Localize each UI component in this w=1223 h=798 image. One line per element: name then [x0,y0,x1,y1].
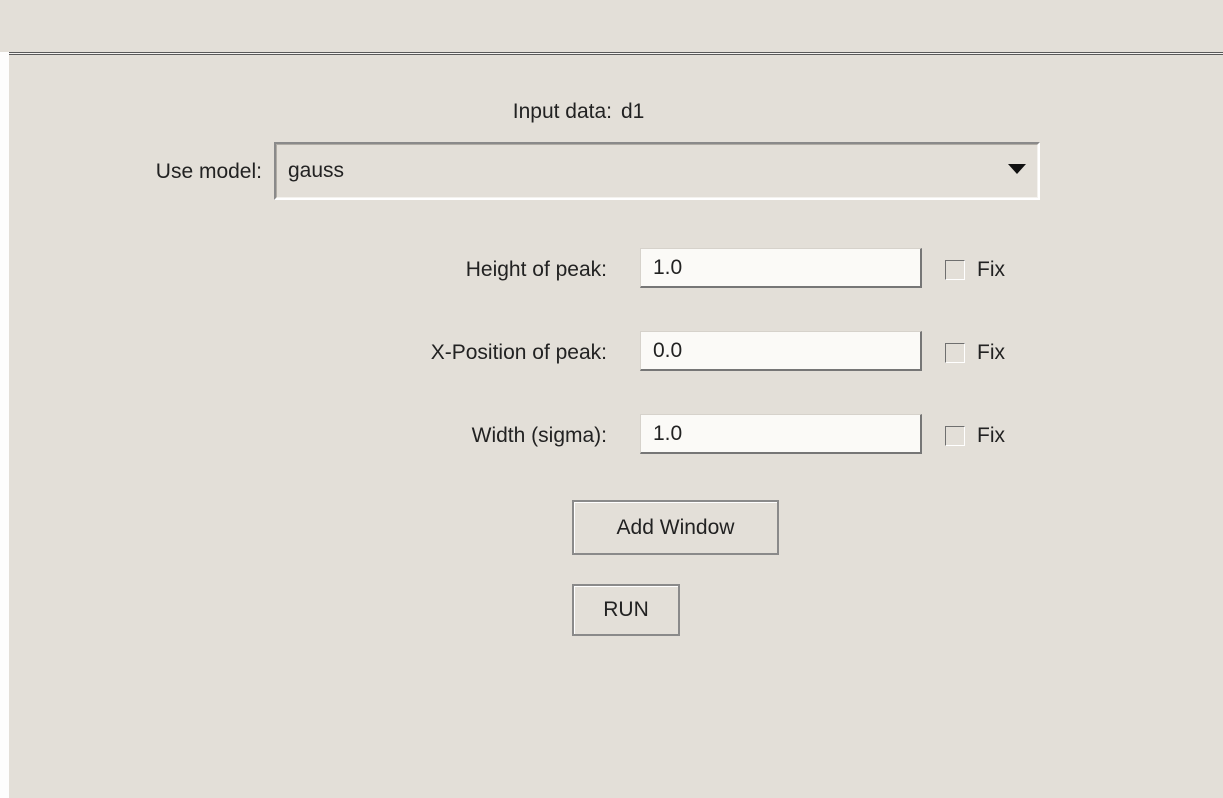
add-window-button[interactable]: Add Window [572,500,779,555]
x-position-of-peak-fix-label: Fix [977,341,1005,364]
model-select[interactable]: gauss [274,142,1040,200]
height-of-peak-fix-checkbox[interactable] [945,260,965,280]
height-of-peak-label: Height of peak: [465,258,607,281]
use-model-label: Use model: [155,160,262,183]
height-of-peak-input[interactable] [640,248,922,288]
run-button[interactable]: RUN [572,584,680,636]
x-position-of-peak-input[interactable] [640,331,922,371]
width-sigma-fix-checkbox[interactable] [945,426,965,446]
width-sigma-fix-label: Fix [977,424,1005,447]
chevron-down-icon[interactable] [1008,164,1026,174]
panel-divider [9,52,1223,55]
input-data-label: Input data: [512,100,612,123]
top-panel [0,0,1223,52]
window-left-edge [0,0,9,798]
input-data-value: d1 [621,100,645,123]
width-sigma-input[interactable] [640,414,922,454]
model-select-frame [276,144,1038,198]
model-select-value: gauss [288,159,345,182]
x-position-of-peak-fix-checkbox[interactable] [945,343,965,363]
x-position-of-peak-label: X-Position of peak: [430,341,607,364]
height-of-peak-fix-label: Fix [977,258,1005,281]
width-sigma-label: Width (sigma): [471,424,607,447]
